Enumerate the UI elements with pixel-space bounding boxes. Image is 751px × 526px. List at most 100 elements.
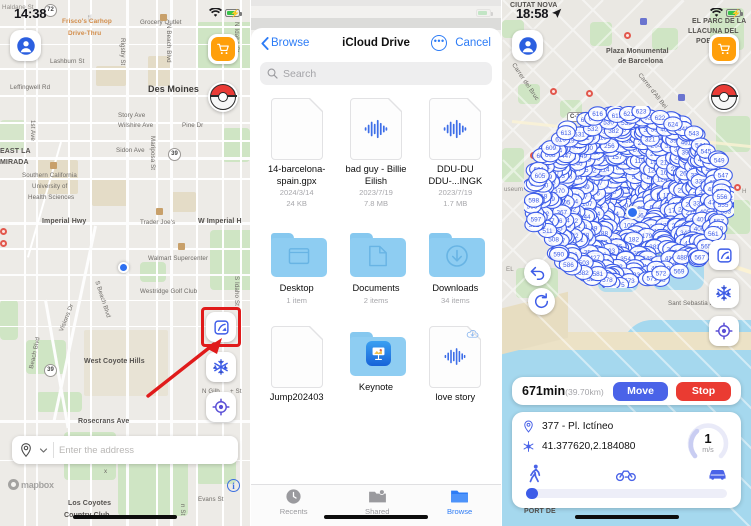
tab-shared[interactable]: Shared <box>365 488 390 516</box>
folder-name: Desktop <box>279 283 314 293</box>
document-icon <box>270 98 323 160</box>
bike-icon[interactable] <box>615 466 636 482</box>
locate-button[interactable] <box>206 392 236 422</box>
file-item[interactable]: bad guy - Billie Eilish 2023/7/19 7.8 MB <box>336 95 415 215</box>
file-item[interactable]: DDU-DU DDU-...INGK 2023/7/19 1.7 MB <box>416 95 495 215</box>
map-label: Rosecrans Ave <box>78 418 130 425</box>
panel-left-map: Haldane St Frisco's Carhop Drive-Thru Gr… <box>0 0 250 526</box>
tab-bar: Recents Shared Browse <box>251 484 501 526</box>
snowflake-button[interactable] <box>206 352 236 382</box>
locate-button[interactable] <box>709 316 739 346</box>
tab-label: Recents <box>279 506 308 516</box>
map-label: Health Sciences <box>28 194 75 201</box>
svg-text:569: 569 <box>674 269 685 276</box>
speed-slider[interactable] <box>526 487 727 500</box>
map-label: n St <box>179 504 186 516</box>
search-input[interactable] <box>283 67 485 80</box>
address-bar[interactable] <box>12 436 238 464</box>
clock-icon <box>286 488 301 504</box>
refresh-icon <box>534 293 549 308</box>
folder-item[interactable]: Documents 2 items <box>336 217 415 312</box>
svg-text:182: 182 <box>628 236 639 243</box>
map-label: S Idaho St <box>233 276 240 306</box>
map-label: Westridge Golf Club <box>140 288 198 295</box>
chevron-left-icon <box>261 36 269 50</box>
folder-name: Downloads <box>432 283 479 293</box>
tab-recents[interactable]: Recents <box>280 488 308 516</box>
snowflake-icon <box>716 285 731 301</box>
map-label: N Beach Blvd <box>165 24 172 63</box>
poi-marker <box>624 32 631 39</box>
svg-text:609: 609 <box>545 145 556 152</box>
folder-item[interactable]: Downloads 34 items <box>416 217 495 312</box>
tab-browse[interactable]: Browse <box>447 488 472 516</box>
svg-text:567: 567 <box>694 255 705 262</box>
person-icon <box>518 36 537 55</box>
cart-button[interactable] <box>709 34 739 64</box>
pokeball-button[interactable] <box>208 82 238 112</box>
address-input[interactable] <box>59 444 232 456</box>
pokeball-button[interactable] <box>709 82 739 112</box>
more-options-button[interactable]: ••• <box>431 35 448 51</box>
folder-item[interactable]: Keynote <box>336 314 415 410</box>
folder-item[interactable]: Desktop 1 item <box>257 217 336 312</box>
back-label: Browse <box>271 37 310 49</box>
slider-knob[interactable] <box>526 487 538 500</box>
stop-button[interactable]: Stop <box>676 381 731 401</box>
undo-button[interactable] <box>524 259 551 286</box>
gpx-waypoint-cluster[interactable]: 1234567891011121314151617181920212223242… <box>524 106 734 288</box>
place-pin-icon <box>524 420 533 433</box>
folder-documents-icon <box>349 231 406 279</box>
avatar-button[interactable] <box>512 30 543 61</box>
file-item[interactable]: love story <box>416 314 495 410</box>
snowflake-button[interactable] <box>709 278 739 308</box>
file-item[interactable]: Jump202403 <box>257 314 336 410</box>
avatar-button[interactable] <box>10 30 41 61</box>
crosshair-icon <box>212 398 230 416</box>
cancel-button[interactable]: Cancel <box>455 37 491 49</box>
map-label: West Coyote Hills <box>84 358 145 365</box>
mapbox-logo: mapbox <box>8 479 54 490</box>
poi-marker <box>0 228 7 235</box>
location-detail-card: 377 - Pl. Ictíneo 41.377620,2.184080 1 m… <box>512 412 741 508</box>
file-size: 7.8 MB <box>363 199 389 208</box>
chevron-down-icon[interactable] <box>39 446 48 455</box>
person-icon <box>16 36 35 55</box>
audio-cloud-document-icon <box>429 325 482 388</box>
file-date: 2023/7/19 <box>438 188 473 197</box>
home-indicator <box>574 515 679 519</box>
map-label: Walmart Supercenter <box>148 255 209 262</box>
snowflake-icon <box>213 359 228 375</box>
map-label: Southern California <box>22 172 77 179</box>
crosshair-icon <box>715 322 733 340</box>
page-glyph <box>369 245 387 267</box>
svg-text:597: 597 <box>531 217 542 224</box>
map-label: 🍴 <box>86 15 95 22</box>
place-name: 377 - Pl. Ictíneo <box>542 421 614 432</box>
file-item[interactable]: 14-barcelona-spain.gpx 2024/3/14 24 KB <box>257 95 336 215</box>
svg-text:616: 616 <box>592 111 603 118</box>
cart-button[interactable] <box>208 34 238 64</box>
home-indicator <box>73 515 177 519</box>
poi-marker <box>156 208 163 215</box>
redo-button[interactable] <box>528 288 555 315</box>
info-button[interactable]: i <box>227 479 240 492</box>
file-name: Jump202403 <box>269 391 324 402</box>
map-label: EL <box>506 266 514 273</box>
map-label: Leffingwell Rd <box>10 84 51 91</box>
route-shield: 39 <box>168 148 181 161</box>
route-shield: 39 <box>44 364 57 377</box>
gpx-import-button[interactable] <box>206 312 236 342</box>
folder-count: 1 item <box>286 295 307 305</box>
icloud-download-icon <box>467 329 479 338</box>
gpx-import-button[interactable] <box>709 240 739 270</box>
walk-icon[interactable] <box>526 464 543 483</box>
file-name: DDU-DU DDU-...INGK <box>428 164 483 186</box>
cart-icon <box>211 37 235 61</box>
map-label: MIRADA <box>0 159 29 166</box>
back-to-browse-button[interactable]: Browse <box>261 36 310 50</box>
svg-text:549: 549 <box>714 157 725 164</box>
search-field[interactable] <box>260 62 492 85</box>
move-button[interactable]: Move <box>613 381 668 401</box>
car-icon[interactable] <box>708 467 727 481</box>
